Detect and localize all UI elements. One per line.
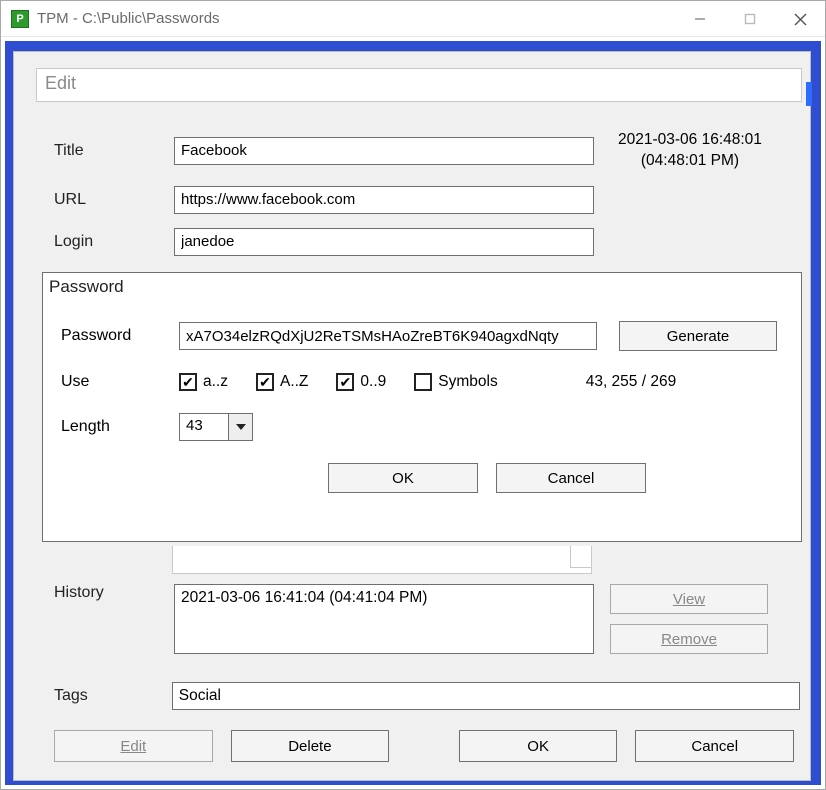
app-window: P TPM - C:\Public\Passwords Edit Title xyxy=(0,0,826,790)
dialog: Edit Title 2021-03-06 16:48:01 (04:48:01… xyxy=(13,51,811,781)
password-ok-button[interactable]: OK xyxy=(328,463,478,493)
charset-counter: 43, 255 / 269 xyxy=(586,373,677,391)
length-label: Length xyxy=(61,418,179,436)
section-header-label: Edit xyxy=(45,73,76,93)
checkbox-09-label: 0..9 xyxy=(360,373,386,391)
tags-label: Tags xyxy=(54,687,172,705)
tags-input[interactable] xyxy=(172,682,800,710)
timestamp: 2021-03-06 16:48:01 (04:48:01 PM) xyxy=(618,130,762,172)
use-label: Use xyxy=(61,373,179,391)
timestamp-line1: 2021-03-06 16:48:01 xyxy=(618,130,762,151)
url-label: URL xyxy=(54,191,174,209)
title-label: Title xyxy=(54,142,174,160)
history-item[interactable]: 2021-03-06 16:41:04 (04:41:04 PM) xyxy=(181,589,587,607)
minimize-icon xyxy=(694,13,706,25)
history-listbox[interactable]: 2021-03-06 16:41:04 (04:41:04 PM) xyxy=(174,584,594,654)
dialog-cancel-button[interactable]: Cancel xyxy=(635,730,794,762)
password-legend: Password xyxy=(49,277,124,297)
titlebar: P TPM - C:\Public\Passwords xyxy=(1,1,825,37)
dialog-ok-button[interactable]: OK xyxy=(459,730,618,762)
window-buttons xyxy=(675,1,825,36)
tags-section: Tags xyxy=(54,682,800,710)
entry-form: Title 2021-03-06 16:48:01 (04:48:01 PM) … xyxy=(54,116,800,256)
scrollbar-handle[interactable] xyxy=(806,82,812,106)
login-input[interactable] xyxy=(174,228,594,256)
remove-button: Remove xyxy=(610,624,768,654)
app-icon: P xyxy=(11,10,29,28)
length-value: 43 xyxy=(180,414,228,440)
close-button[interactable] xyxy=(775,1,825,37)
password-input[interactable] xyxy=(179,322,597,350)
checkbox-AZ-label: A..Z xyxy=(280,373,308,391)
dialog-button-bar: Edit Delete OK Cancel xyxy=(54,730,794,762)
checkbox-symbols-label: Symbols xyxy=(438,373,497,391)
title-input[interactable] xyxy=(174,137,594,165)
password-cancel-button[interactable]: Cancel xyxy=(496,463,646,493)
obscured-field xyxy=(172,546,592,574)
delete-button[interactable]: Delete xyxy=(231,730,390,762)
window-title: TPM - C:\Public\Passwords xyxy=(37,10,675,27)
edit-button: Edit xyxy=(54,730,213,762)
check-icon: ✔ xyxy=(256,373,274,391)
password-label: Password xyxy=(61,327,179,345)
generate-button[interactable]: Generate xyxy=(619,321,777,351)
checkbox-az[interactable]: ✔ a..z xyxy=(179,373,228,391)
section-header: Edit xyxy=(36,68,802,102)
client-area: Edit Title 2021-03-06 16:48:01 (04:48:01… xyxy=(5,41,821,785)
length-combobox[interactable]: 43 xyxy=(179,413,253,441)
close-icon xyxy=(794,13,807,26)
history-section: History 2021-03-06 16:41:04 (04:41:04 PM… xyxy=(54,584,800,654)
obscured-handle xyxy=(570,546,592,568)
maximize-button[interactable] xyxy=(725,1,775,37)
view-button: View xyxy=(610,584,768,614)
checkbox-az-label: a..z xyxy=(203,373,228,391)
password-groupbox: Password Password Generate Use ✔ a..z xyxy=(42,272,802,542)
checkbox-AZ[interactable]: ✔ A..Z xyxy=(256,373,308,391)
timestamp-line2: (04:48:01 PM) xyxy=(618,151,762,172)
login-label: Login xyxy=(54,233,174,251)
url-input[interactable] xyxy=(174,186,594,214)
maximize-icon xyxy=(744,13,756,25)
check-icon xyxy=(414,373,432,391)
checkbox-09[interactable]: ✔ 0..9 xyxy=(336,373,386,391)
check-icon: ✔ xyxy=(179,373,197,391)
history-label: History xyxy=(54,584,174,602)
chevron-down-icon xyxy=(228,414,252,440)
check-icon: ✔ xyxy=(336,373,354,391)
checkbox-symbols[interactable]: Symbols xyxy=(414,373,497,391)
minimize-button[interactable] xyxy=(675,1,725,37)
